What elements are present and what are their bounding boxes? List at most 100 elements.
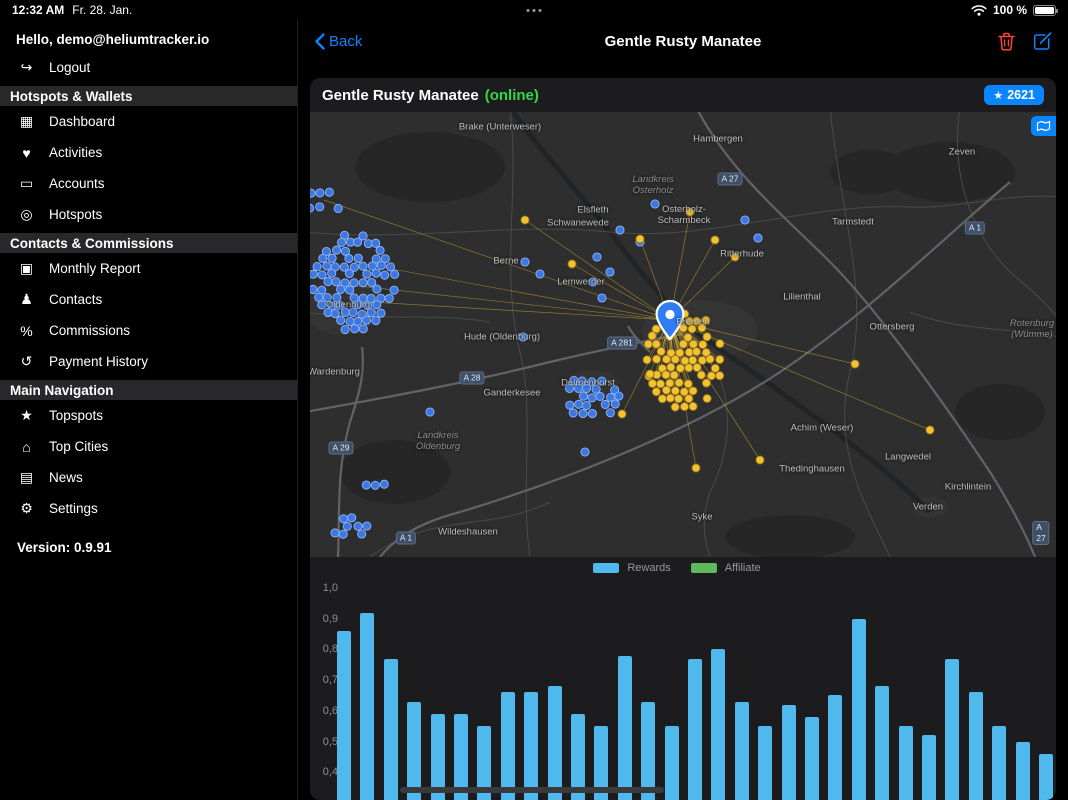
hotspot-name: Gentle Rusty Manatee <box>322 87 479 104</box>
section-header-hotspots-wallets: Hotspots & Wallets <box>0 86 297 106</box>
status-date: Fr. 28. Jan. <box>72 3 132 17</box>
chart-bar <box>618 656 632 800</box>
main-content: Back Gentle Rusty Manatee <box>298 20 1068 800</box>
app-root: 12:32 AM Fr. 28. Jan. 100 % Hello, demo@… <box>0 0 1068 800</box>
clock: 12:32 AM <box>12 3 64 17</box>
news-icon: ▤ <box>17 469 36 486</box>
chart-bar <box>758 726 772 800</box>
sidebar-item-label: Top Cities <box>49 439 108 454</box>
axis-tick-label: 0,6 <box>312 705 338 717</box>
chart-bar <box>711 649 725 800</box>
chart-bar <box>548 686 562 800</box>
sidebar-item-monthly-report[interactable]: ▣ Monthly Report <box>0 253 297 284</box>
sidebar-item-label: Activities <box>49 145 102 160</box>
top-cities-icon: ⌂ <box>17 439 36 455</box>
logout-icon: ↪ <box>17 59 36 76</box>
chart-bar <box>1039 754 1053 800</box>
page-title: Gentle Rusty Manatee <box>298 33 1068 50</box>
chart-bar <box>945 659 959 800</box>
sidebar-item-label: Dashboard <box>49 114 115 129</box>
status-bar: 12:32 AM Fr. 28. Jan. 100 % <box>0 0 1068 20</box>
back-button[interactable]: Back <box>314 33 362 50</box>
legend-affiliate-swatch <box>691 563 717 573</box>
sidebar-item-contacts[interactable]: ♟ Contacts <box>0 284 297 315</box>
sidebar-item-activities[interactable]: ♥ Activities <box>0 137 297 168</box>
sidebar-item-top-cities[interactable]: ⌂ Top Cities <box>0 431 297 462</box>
chart-bar <box>899 726 913 800</box>
dashboard-icon: ▦ <box>17 113 36 130</box>
chart-bar <box>1016 742 1030 800</box>
topspots-icon: ★ <box>17 407 36 424</box>
chart-scrollbar[interactable] <box>400 787 664 793</box>
trash-icon <box>998 32 1015 51</box>
chart-bar <box>969 692 983 800</box>
settings-icon: ⚙ <box>17 500 36 517</box>
sidebar-item-commissions[interactable]: % Commissions <box>0 315 297 346</box>
axis-tick-label: 0,7 <box>312 674 338 686</box>
sidebar-item-accounts[interactable]: ▭ Accounts <box>0 168 297 199</box>
map-fold-icon <box>1036 120 1051 132</box>
sidebar-item-dashboard[interactable]: ▦ Dashboard <box>0 106 297 137</box>
navigation-bar: Back Gentle Rusty Manatee <box>298 20 1068 62</box>
wifi-icon <box>971 5 987 16</box>
chart-bar <box>407 702 421 800</box>
chart-legend: Rewards Affiliate <box>310 557 1056 579</box>
app-version: Version: 0.9.91 <box>0 540 297 555</box>
chart-bar <box>828 695 842 800</box>
section-header-contacts-commissions: Contacts & Commissions <box>0 233 297 253</box>
axis-tick-label: 1,0 <box>312 582 338 594</box>
sidebar-item-payment-history[interactable]: ↺ Payment History <box>0 346 297 377</box>
axis-tick-label: 0,4 <box>312 766 338 778</box>
legend-rewards-swatch <box>593 563 619 573</box>
star-icon: ★ <box>993 89 1003 102</box>
sidebar-item-label: Commissions <box>49 323 130 338</box>
map-style-button[interactable] <box>1031 116 1056 136</box>
battery-icon <box>1033 5 1056 16</box>
rewards-chart[interactable]: 1,0 0,9 0,8 0,7 0,6 0,5 0,4 <box>310 579 1056 800</box>
sidebar-item-label: News <box>49 470 83 485</box>
map-canvas <box>310 112 1056 557</box>
chart-bar <box>875 686 889 800</box>
hotspot-card: Gentle Rusty Manatee (online) ★ 2621 <box>310 78 1056 800</box>
axis-tick-label: 0,8 <box>312 643 338 655</box>
badge-value: 2621 <box>1007 88 1035 102</box>
payment-history-icon: ↺ <box>17 353 36 370</box>
sidebar-item-label: Monthly Report <box>49 261 141 276</box>
axis-tick-label: 0,5 <box>312 736 338 748</box>
chart-bar <box>805 717 819 800</box>
greeting: Hello, demo@heliumtracker.io <box>0 26 297 52</box>
chart-bar <box>501 692 515 800</box>
sidebar-item-label: Topspots <box>49 408 103 423</box>
rewards-badge[interactable]: ★ 2621 <box>984 85 1044 105</box>
sidebar-item-topspots[interactable]: ★ Topspots <box>0 400 297 431</box>
contacts-icon: ♟ <box>17 291 36 308</box>
back-label: Back <box>329 33 362 50</box>
sidebar-item-label: Payment History <box>49 354 148 369</box>
delete-button[interactable] <box>998 32 1015 51</box>
chart-bar <box>665 726 679 800</box>
legend-rewards-label: Rewards <box>627 562 670 574</box>
axis-tick-label: 0,9 <box>312 613 338 625</box>
chart-bar <box>922 735 936 800</box>
compose-icon <box>1033 32 1052 51</box>
accounts-icon: ▭ <box>17 175 36 192</box>
hotspot-map[interactable]: Brake (Unterweser)HambergenZevenLandkrei… <box>310 112 1056 557</box>
sidebar-item-news[interactable]: ▤ News <box>0 462 297 493</box>
sidebar-item-label: Accounts <box>49 176 105 191</box>
edit-button[interactable] <box>1033 32 1052 51</box>
sidebar-item-settings[interactable]: ⚙ Settings <box>0 493 297 524</box>
section-header-main-navigation: Main Navigation <box>0 380 297 400</box>
app-switcher-indicator <box>527 9 542 12</box>
logout-button[interactable]: ↪ Logout <box>0 52 297 83</box>
chart-bar <box>992 726 1006 800</box>
activities-icon: ♥ <box>17 145 36 161</box>
chevron-left-icon <box>314 33 325 50</box>
chart-bar <box>524 692 538 800</box>
sidebar-item-label: Hotspots <box>49 207 102 222</box>
chart-bar <box>360 613 374 800</box>
status-left: 12:32 AM Fr. 28. Jan. <box>12 3 132 17</box>
commissions-icon: % <box>17 323 36 339</box>
card-header: Gentle Rusty Manatee (online) ★ 2621 <box>310 78 1056 112</box>
sidebar: Hello, demo@heliumtracker.io ↪ Logout Ho… <box>0 20 298 800</box>
sidebar-item-hotspots[interactable]: ◎ Hotspots <box>0 199 297 230</box>
